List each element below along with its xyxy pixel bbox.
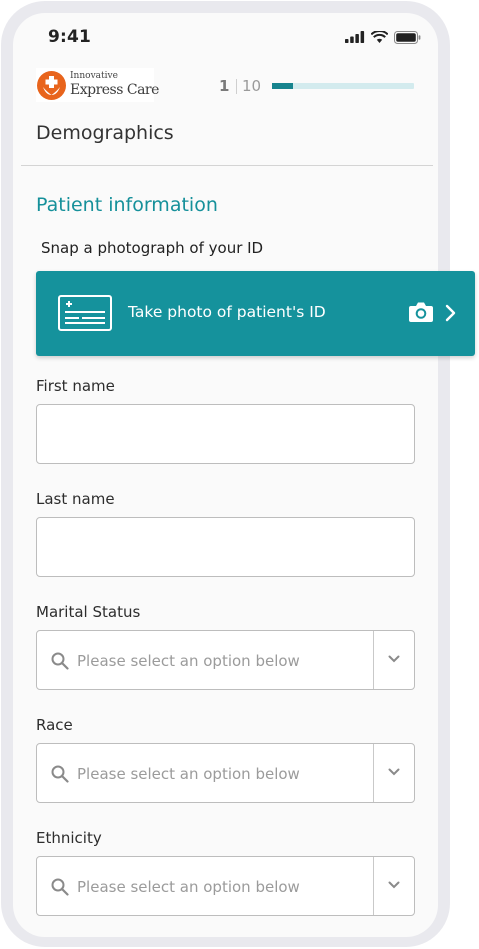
logo-small-text: Innovative xyxy=(70,71,118,81)
chevron-down-icon[interactable] xyxy=(388,768,400,776)
section-title: Patient information xyxy=(36,194,218,216)
camera-icon xyxy=(409,302,433,322)
brand-logo: Innovative Express Care xyxy=(36,68,159,102)
id-card-icon xyxy=(58,295,112,331)
logo-main-text: Express Care xyxy=(70,82,159,98)
wifi-icon xyxy=(371,31,388,43)
last-name-label: Last name xyxy=(36,490,115,508)
status-time: 9:41 xyxy=(48,27,92,47)
step-current: 1 xyxy=(219,77,230,95)
ethnicity-select[interactable]: Please select an option below xyxy=(36,856,415,916)
search-icon xyxy=(51,765,69,783)
header-divider xyxy=(21,165,433,166)
page-title: Demographics xyxy=(36,122,174,144)
take-id-photo-button[interactable]: Take photo of patient's ID xyxy=(36,271,475,356)
last-name-field[interactable] xyxy=(36,517,415,577)
marital-status-label: Marital Status xyxy=(36,603,141,621)
step-total: 10 xyxy=(242,77,262,95)
select-divider xyxy=(373,744,374,802)
chevron-down-icon[interactable] xyxy=(388,881,400,889)
status-icons xyxy=(345,30,421,44)
chevron-down-icon[interactable] xyxy=(388,655,400,663)
search-icon xyxy=(51,878,69,896)
select-divider xyxy=(373,631,374,689)
cross-leaf-logo-icon xyxy=(37,71,66,100)
progress-bar-fill xyxy=(272,83,294,89)
ethnicity-label: Ethnicity xyxy=(36,829,102,847)
signal-bars-icon xyxy=(345,31,365,43)
step-separator xyxy=(236,79,237,94)
race-select[interactable]: Please select an option below xyxy=(36,743,415,803)
race-label: Race xyxy=(36,716,73,734)
marital-status-placeholder: Please select an option below xyxy=(77,652,300,670)
first-name-label: First name xyxy=(36,377,115,395)
marital-status-select[interactable]: Please select an option below xyxy=(36,630,415,690)
first-name-field[interactable] xyxy=(36,404,415,464)
snap-id-label: Snap a photograph of your ID xyxy=(41,239,264,257)
chevron-right-icon xyxy=(445,304,456,322)
race-placeholder: Please select an option below xyxy=(77,765,300,783)
battery-icon xyxy=(394,30,421,44)
progress-bar xyxy=(272,83,414,89)
search-icon xyxy=(51,652,69,670)
select-divider xyxy=(373,857,374,915)
ethnicity-placeholder: Please select an option below xyxy=(77,878,300,896)
take-id-photo-label: Take photo of patient's ID xyxy=(128,303,326,321)
